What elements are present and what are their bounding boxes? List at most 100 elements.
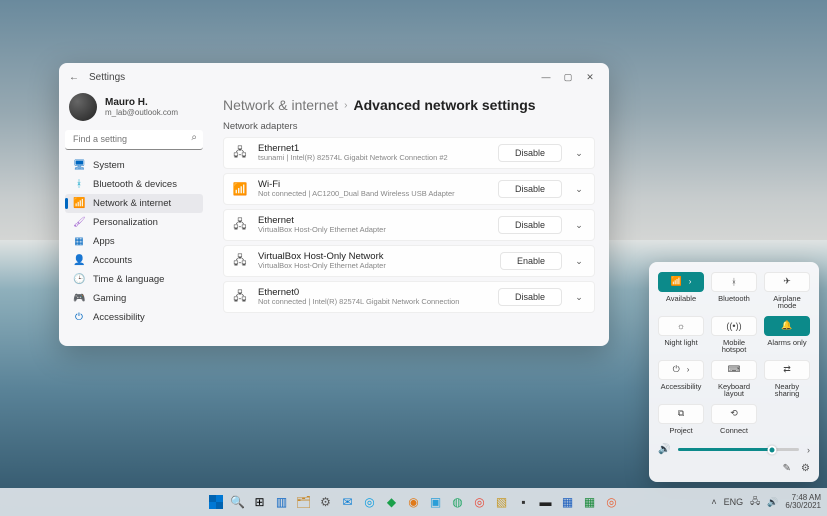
quick-tile-project: ⧉ Project — [658, 404, 704, 435]
quick-label: Project — [669, 427, 692, 435]
chevron-down-icon[interactable]: ⌄ — [572, 292, 586, 303]
widgets-icon[interactable]: ▥ — [273, 493, 291, 511]
nav-item-apps[interactable]: ▦Apps — [65, 232, 203, 251]
nav-icon: ᚼ — [73, 179, 85, 190]
word-icon[interactable]: ▦ — [559, 493, 577, 511]
app-icon-1[interactable]: ◆ — [383, 493, 401, 511]
quick-icon: ((•)) — [726, 321, 741, 331]
start-button[interactable] — [207, 493, 225, 511]
tray-network-icon[interactable]: 🖧 — [750, 494, 760, 510]
nav-item-network-internet[interactable]: 📶Network & internet — [65, 194, 203, 213]
nav-item-accessibility[interactable]: ⏻Accessibility — [65, 308, 203, 327]
breadcrumb-leaf: Advanced network settings — [354, 97, 536, 113]
nav-item-gaming[interactable]: 🎮Gaming — [65, 289, 203, 308]
task-view-icon[interactable]: ⊞ — [251, 493, 269, 511]
adapter-toggle-button[interactable]: Disable — [498, 288, 562, 306]
app-icon-2[interactable]: ◉ — [405, 493, 423, 511]
volume-slider[interactable] — [678, 448, 799, 451]
chevron-down-icon[interactable]: ⌄ — [572, 184, 586, 195]
quick-button[interactable]: ((•)) — [711, 316, 757, 336]
adapter-row: 🖧 VirtualBox Host-Only NetworkVirtualBox … — [223, 245, 595, 277]
quick-button[interactable]: ⧉ — [658, 404, 704, 424]
edge-icon[interactable]: ◎ — [361, 493, 379, 511]
window-title: Settings — [89, 72, 125, 83]
nav-icon: ▦ — [73, 236, 85, 247]
quick-button[interactable]: ⟲ — [711, 404, 757, 424]
adapter-subtitle: VirtualBox Host-Only Ethernet Adapter — [258, 226, 488, 234]
nav-icon: 📶 — [73, 198, 85, 209]
nav-item-bluetooth-devices[interactable]: ᚼ Bluetooth & devices — [65, 175, 203, 194]
adapter-icon: 📶 — [232, 182, 248, 196]
adapter-icon: 🖧 — [232, 287, 248, 308]
nav-label: Bluetooth & devices — [93, 179, 177, 190]
nav-item-time-language[interactable]: 🕒Time & language — [65, 270, 203, 289]
settings-icon[interactable]: ⚙ — [317, 493, 335, 511]
adapter-subtitle: tsunami | Intel(R) 82574L Gigabit Networ… — [258, 154, 488, 162]
adapter-toggle-button[interactable]: Disable — [498, 144, 562, 162]
profile-block[interactable]: Mauro H. m_lab@outlook.com — [65, 91, 203, 129]
quick-tile-accessibility: ⏻›Accessibility — [658, 360, 704, 398]
chrome-icon[interactable]: ◎ — [471, 493, 489, 511]
edit-quick-icon[interactable]: ✎ — [783, 463, 791, 474]
taskbar-search-icon[interactable]: 🔍 — [229, 493, 247, 511]
maximize-button[interactable]: ▢ — [557, 68, 579, 86]
adapter-icon: 🖧 — [232, 251, 248, 272]
quick-button[interactable]: ⌨ — [711, 360, 757, 380]
firefox-icon[interactable]: ◎ — [603, 493, 621, 511]
quick-icon: ⏻ — [673, 364, 680, 375]
nav-icon: 👤 — [73, 255, 85, 266]
adapter-toggle-button[interactable]: Disable — [498, 180, 562, 198]
terminal-icon[interactable]: ▬ — [537, 493, 555, 511]
quick-icon: ⌨ — [728, 364, 741, 375]
tray-volume-icon[interactable]: 🔊 — [767, 497, 778, 508]
nav-item-accounts[interactable]: 👤Accounts — [65, 251, 203, 270]
quick-button[interactable]: 📶› — [658, 272, 704, 292]
chevron-down-icon[interactable]: ⌄ — [572, 256, 586, 267]
adapter-toggle-button[interactable]: Disable — [498, 216, 562, 234]
adapter-subtitle: VirtualBox Host-Only Ethernet Adapter — [258, 262, 490, 270]
nav-icon: 🖌 — [73, 217, 85, 228]
app-icon-4[interactable]: ◍ — [449, 493, 467, 511]
adapter-toggle-button[interactable]: Enable — [500, 252, 562, 270]
nav-list: 🖥System ᚼ Bluetooth & devices 📶Network & in… — [65, 156, 203, 327]
chevron-down-icon[interactable]: ⌄ — [572, 148, 586, 159]
chevron-down-icon[interactable]: ⌄ — [572, 220, 586, 231]
volume-expand[interactable]: › — [807, 445, 810, 455]
nav-item-system[interactable]: 🖥System — [65, 156, 203, 175]
adapter-title: Ethernet — [258, 216, 488, 226]
section-label: Network adapters — [223, 121, 595, 132]
quick-button[interactable]: 🔔 — [764, 316, 810, 336]
excel-icon[interactable]: ▦ — [581, 493, 599, 511]
taskbar-clock[interactable]: 7:48 AM 6/30/2021 — [785, 494, 821, 511]
minimize-button[interactable]: — — [535, 68, 557, 86]
quick-button[interactable]: ☼ — [658, 316, 704, 336]
adapter-subtitle: Not connected | Intel(R) 82574L Gigabit … — [258, 298, 488, 306]
speaker-icon: 🔊 — [658, 444, 670, 455]
tray-lang[interactable]: ENG — [724, 497, 744, 507]
clock-date: 6/30/2021 — [785, 502, 821, 510]
tray-chevron-icon[interactable]: ˄ — [711, 497, 716, 507]
nav-item-personalization[interactable]: 🖌Personalization — [65, 213, 203, 232]
app-icon-6[interactable]: ▪ — [515, 493, 533, 511]
settings-gear-icon[interactable]: ⚙ — [801, 463, 810, 474]
mail-icon[interactable]: ✉ — [339, 493, 357, 511]
quick-label: Mobile hotspot — [711, 339, 757, 354]
quick-tile-available: 📶›Available — [658, 272, 704, 310]
app-icon-5[interactable]: ▧ — [493, 493, 511, 511]
quick-button[interactable]: ✈ — [764, 272, 810, 292]
adapter-icon: 🖧 — [232, 143, 248, 164]
app-icon-3[interactable]: ▣ — [427, 493, 445, 511]
explorer-icon[interactable]: 🗂 — [295, 493, 313, 511]
close-button[interactable]: ✕ — [579, 68, 601, 86]
quick-button[interactable]: ᚼ — [711, 272, 757, 292]
search-input[interactable] — [65, 130, 203, 150]
quick-icon: ᚼ — [731, 277, 736, 287]
settings-window: ← Settings — ▢ ✕ Mauro H. m_lab@outlook.… — [59, 63, 609, 346]
adapter-title: VirtualBox Host-Only Network — [258, 252, 490, 262]
quick-button[interactable]: ⏻› — [658, 360, 704, 380]
quick-button[interactable]: ⇄ — [764, 360, 810, 380]
back-button[interactable]: ← — [67, 72, 81, 83]
nav-label: System — [93, 160, 125, 171]
chevron-right-icon: › — [344, 100, 347, 111]
breadcrumb-root[interactable]: Network & internet — [223, 97, 338, 113]
